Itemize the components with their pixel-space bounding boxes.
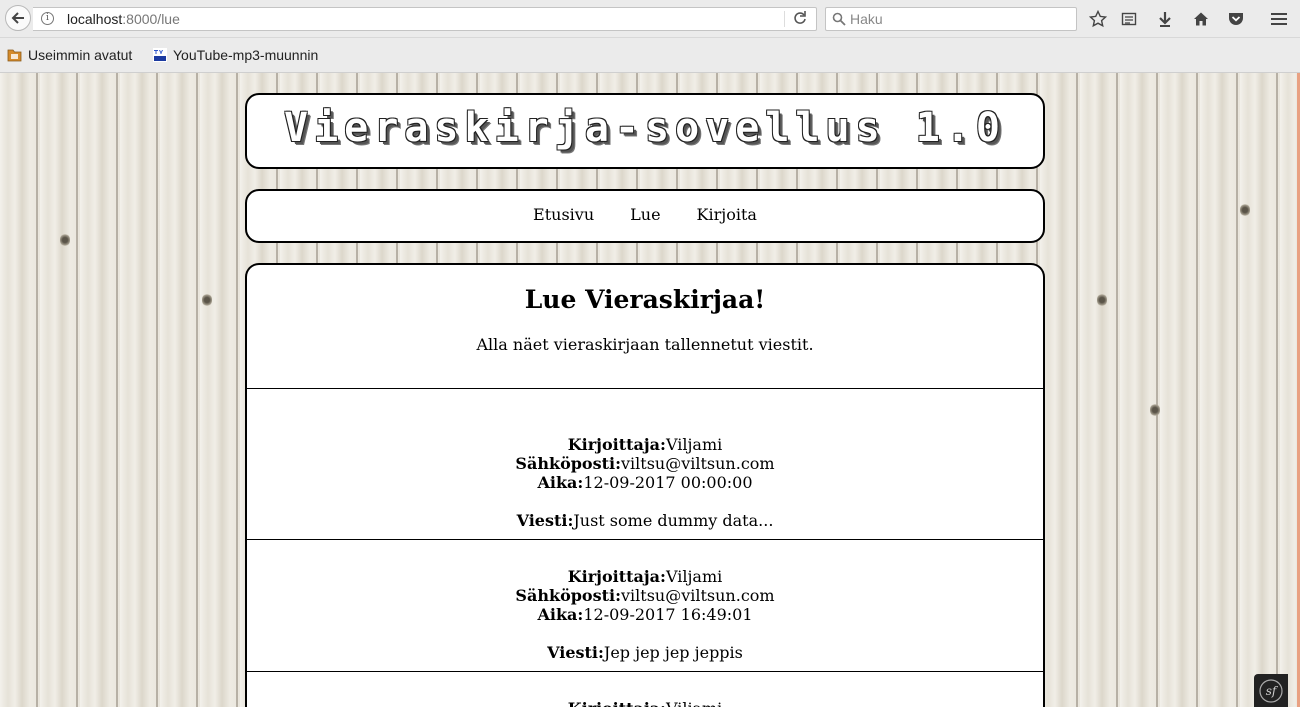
symfony-toolbar-icon[interactable]: sf: [1254, 674, 1288, 707]
author-value: Viljami: [665, 435, 723, 454]
guestbook-entry: Kirjoittaja:Viljami Sähköposti:viltsu@vi…: [247, 435, 1043, 530]
guestbook-entry: Kirjoittaja:Viljami: [247, 699, 1043, 707]
url-divider: [784, 11, 785, 27]
nav-link-kirjoita[interactable]: Kirjoita: [679, 205, 775, 224]
divider: [247, 388, 1043, 389]
reload-icon[interactable]: [793, 10, 807, 30]
wood-knot: [1150, 403, 1160, 417]
nav-panel: Etusivu Lue Kirjoita: [245, 189, 1045, 243]
browser-toolbar: i localhost:8000/lue Haku: [0, 0, 1300, 38]
author-label: Kirjoittaja:: [568, 699, 666, 707]
search-bar[interactable]: Haku: [825, 7, 1077, 31]
arrow-left-icon: [11, 12, 24, 24]
wood-knot: [60, 233, 70, 247]
email-value: viltsu@viltsun.com: [620, 586, 775, 605]
bookmark-star-icon[interactable]: [1088, 9, 1108, 29]
guestbook-entry: Kirjoittaja:Viljami Sähköposti:viltsu@vi…: [247, 567, 1043, 662]
wood-knot: [1097, 293, 1107, 307]
info-icon[interactable]: i: [41, 12, 54, 25]
author-value: Viljami: [666, 699, 722, 707]
url-text: localhost:8000/lue: [67, 11, 180, 27]
email-label: Sähköposti:: [515, 454, 621, 473]
main-nav: Etusivu Lue Kirjoita: [247, 205, 1043, 224]
reading-list-icon[interactable]: [1119, 9, 1139, 29]
back-button[interactable]: [5, 5, 31, 31]
menu-icon[interactable]: [1269, 9, 1289, 29]
message-value: Jep jep jep jeppis: [603, 643, 743, 662]
time-label: Aika:: [537, 473, 584, 492]
bookmark-label: Useimmin avatut: [28, 47, 133, 63]
divider: [247, 539, 1043, 540]
time-value: 12-09-2017 16:49:01: [583, 605, 753, 624]
bookmark-youtube-mp3[interactable]: YouTube-mp3-muunnin: [153, 47, 318, 63]
home-icon[interactable]: [1191, 9, 1211, 29]
page-title: Lue Vieraskirjaa!: [524, 285, 766, 314]
header-panel: Vieraskirja-sovellus 1.0: [245, 93, 1045, 169]
pocket-icon[interactable]: [1226, 9, 1246, 29]
url-bar[interactable]: i localhost:8000/lue: [33, 7, 817, 31]
download-icon[interactable]: [1155, 9, 1175, 29]
page-viewport: Vieraskirja-sovellus 1.0 Etusivu Lue Kir…: [0, 73, 1297, 707]
page-subtitle: Alla näet vieraskirjaan tallennetut vies…: [476, 335, 814, 354]
url-path: :8000/lue: [122, 11, 180, 27]
bookmark-label: YouTube-mp3-muunnin: [173, 47, 319, 63]
bookmark-most-visited[interactable]: Useimmin avatut: [7, 47, 132, 63]
search-icon: [832, 11, 846, 30]
email-value: viltsu@viltsun.com: [620, 454, 775, 473]
app-title: Vieraskirja-sovellus 1.0: [284, 105, 1006, 151]
search-placeholder: Haku: [850, 11, 883, 27]
message-value: Just some dummy data...: [573, 511, 774, 530]
content-panel: Lue Vieraskirjaa! Alla näet vieraskirjaa…: [245, 263, 1045, 707]
bookmarks-toolbar: Useimmin avatut YouTube-mp3-muunnin: [0, 38, 1300, 73]
yt-mp3-icon: [153, 48, 167, 62]
time-label: Aika:: [537, 605, 584, 624]
url-host: localhost: [67, 11, 123, 27]
wood-knot: [202, 293, 212, 307]
message-label: Viesti:: [516, 511, 574, 530]
message-label: Viesti:: [547, 643, 604, 662]
svg-text:sf: sf: [1266, 684, 1279, 698]
folder-icon: [7, 49, 22, 62]
email-label: Sähköposti:: [515, 586, 621, 605]
author-label: Kirjoittaja:: [567, 435, 666, 454]
author-label: Kirjoittaja:: [567, 567, 666, 586]
divider: [247, 671, 1043, 672]
author-value: Viljami: [665, 567, 723, 586]
nav-link-etusivu[interactable]: Etusivu: [515, 205, 612, 224]
nav-link-lue[interactable]: Lue: [612, 205, 678, 224]
wood-knot: [1240, 203, 1250, 217]
time-value: 12-09-2017 00:00:00: [583, 473, 753, 492]
